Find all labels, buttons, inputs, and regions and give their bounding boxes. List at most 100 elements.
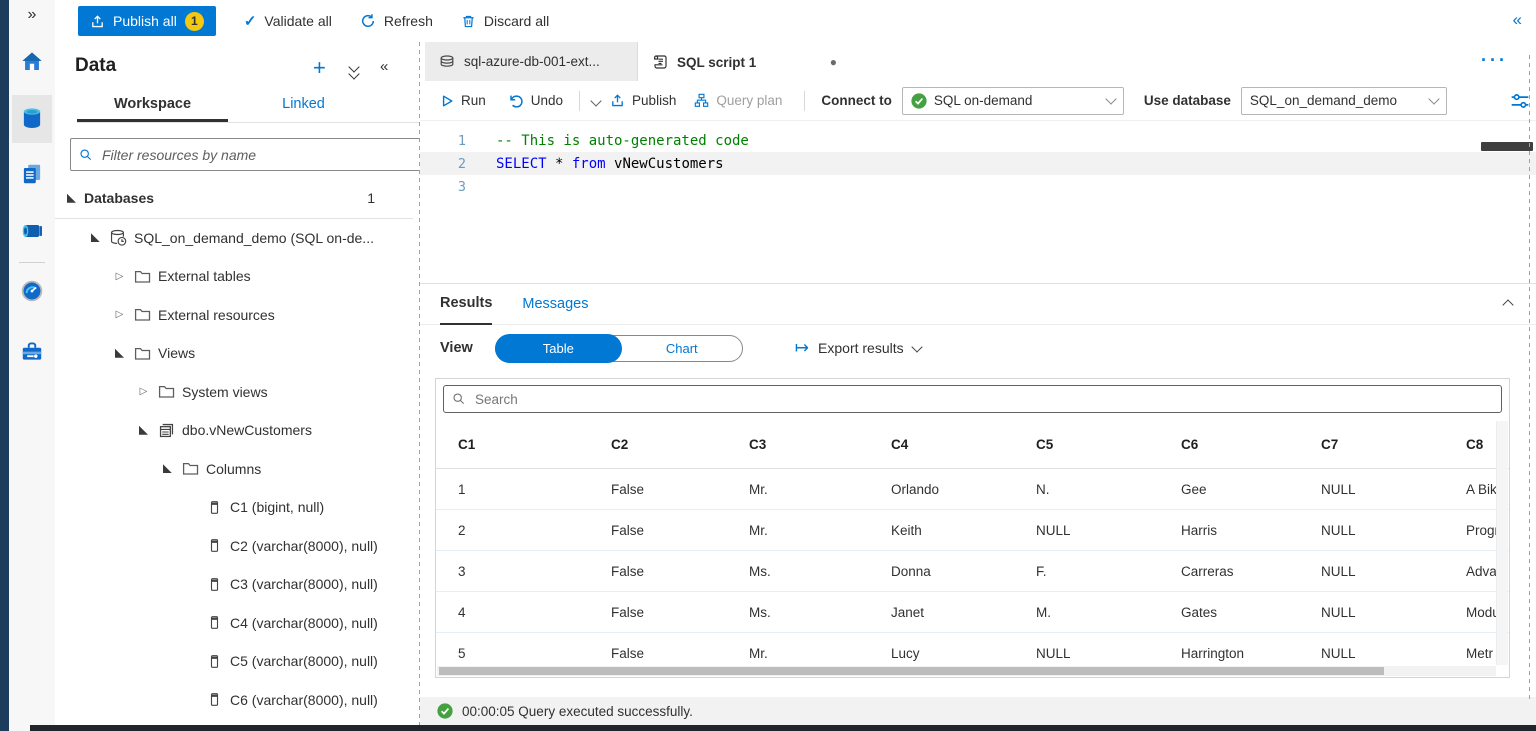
table-row[interactable]: 1FalseMr.OrlandoN.GeeNULLA Bik [436, 469, 1509, 509]
filter-resources-input[interactable] [100, 146, 412, 164]
expand-rail-chevron[interactable]: » [9, 6, 55, 24]
tab-sql-azure-db[interactable]: sql-azure-db-001-ext... [425, 42, 638, 81]
collapse-right-chevron[interactable]: « [1513, 10, 1522, 30]
filter-resources-input-wrap [70, 138, 419, 171]
grid-search-input[interactable] [473, 391, 1493, 408]
tree-item[interactable]: dbo.vNewCustomers [55, 411, 419, 450]
caret-collapsed-icon[interactable]: ▷ [136, 386, 151, 397]
column-header[interactable]: C6 [1181, 437, 1321, 452]
table-cell: 2 [458, 523, 611, 538]
nav-data[interactable] [12, 95, 52, 143]
command-bar: Publish all 1 ✓ Validate all Refresh Dis… [55, 0, 1536, 43]
tree-item[interactable]: SQL_on_demand_demo (SQL on-de... [55, 219, 419, 258]
table-row[interactable]: 2FalseMr.KeithNULLHarrisNULLProgr [436, 509, 1509, 550]
table-row[interactable]: 4FalseMs.JanetM.GatesNULLModu [436, 591, 1509, 632]
tree-item[interactable]: ▷External tables [55, 257, 419, 296]
caret-expanded-icon[interactable] [64, 194, 79, 203]
table-cell: NULL [1321, 523, 1466, 538]
code-line[interactable]: 3 [420, 175, 1536, 198]
table-cell: Gates [1181, 605, 1321, 620]
tree-item[interactable]: Columns [55, 450, 419, 489]
add-icon[interactable]: + [313, 55, 326, 81]
scrollbar-thumb[interactable] [439, 667, 1384, 675]
column-header[interactable]: C5 [1036, 437, 1181, 452]
tree-item-label: dbo.vNewCustomers [182, 422, 312, 438]
code-line[interactable]: 1-- This is auto-generated code [420, 129, 1536, 152]
refresh-button[interactable]: Refresh [360, 13, 433, 29]
collapse-data-panel-chevron[interactable]: « [380, 58, 388, 75]
code-token: from [572, 156, 606, 172]
tree-item[interactable]: C5 (varchar(8000), null) [55, 642, 419, 681]
tree-item[interactable]: Views [55, 334, 419, 373]
table-row[interactable]: 3FalseMs.DonnaF.CarrerasNULLAdva [436, 550, 1509, 591]
rail-divider [19, 262, 45, 263]
column-header[interactable]: C7 [1321, 437, 1466, 452]
tab-workspace[interactable]: Workspace [77, 90, 228, 122]
run-button[interactable]: Run [440, 93, 486, 108]
tree-item[interactable]: ▷System views [55, 373, 419, 412]
column-header[interactable]: C2 [611, 437, 749, 452]
data-panel-title: Data [75, 55, 116, 77]
toolbar-divider [579, 91, 580, 111]
table-cell: Gee [1181, 482, 1321, 497]
double-chevron-down-icon[interactable] [350, 64, 358, 78]
publish-button[interactable]: Publish [610, 93, 676, 108]
tree-item[interactable]: C3 (varchar(8000), null) [55, 565, 419, 604]
caret-expanded-icon[interactable] [112, 349, 127, 358]
tree-item-label: C3 (varchar(8000), null) [230, 576, 378, 592]
line-number: 3 [420, 179, 466, 195]
tree-item[interactable]: ▷External resources [55, 296, 419, 335]
column-header[interactable]: C1 [458, 437, 611, 452]
window-left-edge [0, 0, 9, 731]
tree-item-label: C1 (bigint, null) [230, 499, 324, 515]
connect-to-dropdown[interactable]: SQL on-demand [902, 87, 1124, 115]
caret-collapsed-icon[interactable]: ▷ [112, 309, 127, 320]
nav-develop[interactable] [12, 155, 52, 195]
more-actions-ellipsis[interactable]: ··· [1481, 50, 1508, 71]
toggle-chart[interactable]: Chart [622, 341, 742, 356]
tab-results[interactable]: Results [440, 283, 492, 325]
capture-dashed-line [1529, 55, 1530, 700]
unsaved-dot-icon: ● [830, 55, 837, 69]
nav-manage[interactable] [12, 332, 52, 372]
column-header[interactable]: C4 [891, 437, 1036, 452]
tab-messages[interactable]: Messages [522, 296, 588, 312]
tree-item[interactable]: C4 (varchar(8000), null) [55, 604, 419, 643]
nav-integrate[interactable] [12, 212, 52, 252]
undo-button[interactable]: Undo [508, 93, 563, 109]
undo-dropdown-chevron[interactable] [590, 95, 601, 106]
nav-home[interactable] [12, 43, 52, 83]
use-database-dropdown[interactable]: SQL_on_demand_demo [1241, 87, 1447, 115]
validate-all-button[interactable]: ✓ Validate all [244, 12, 332, 30]
tree-item[interactable]: C1 (bigint, null) [55, 488, 419, 527]
tree-item[interactable]: C2 (varchar(8000), null) [55, 527, 419, 566]
tab-linked[interactable]: Linked [238, 90, 369, 122]
caret-expanded-icon[interactable] [160, 464, 175, 473]
collapse-results-chevron[interactable] [1502, 299, 1513, 310]
publish-all-button[interactable]: Publish all 1 [78, 6, 216, 36]
publish-all-label: Publish all [113, 13, 177, 29]
toolbox-icon [19, 338, 45, 367]
table-cell: Janet [891, 605, 1036, 620]
nav-monitor[interactable] [12, 272, 52, 312]
export-dropdown-chevron [911, 341, 922, 352]
code-line[interactable]: 2SELECT * from vNewCustomers [420, 152, 1536, 175]
caret-collapsed-icon[interactable]: ▷ [112, 271, 127, 282]
tree-item[interactable]: C6 (varchar(8000), null) [55, 681, 419, 720]
grid-horizontal-scrollbar[interactable] [437, 666, 1496, 676]
tree-item-label: C4 (varchar(8000), null) [230, 615, 378, 631]
sql-code-editor[interactable]: 1-- This is auto-generated code2SELECT *… [420, 121, 1536, 283]
column-header[interactable]: C3 [749, 437, 891, 452]
editor-scrollbar-thumb[interactable] [1481, 142, 1533, 151]
caret-expanded-icon[interactable] [136, 426, 151, 435]
editor-settings-sliders-icon[interactable] [1510, 91, 1530, 111]
discard-all-button[interactable]: Discard all [461, 13, 549, 29]
use-database-value: SQL_on_demand_demo [1250, 93, 1397, 108]
tab-sql-script-1[interactable]: SQL script 1 ● [638, 42, 851, 82]
grid-vertical-scrollbar[interactable] [1496, 421, 1508, 665]
toggle-table[interactable]: Table [495, 334, 622, 363]
query-plan-button[interactable]: Query plan [694, 93, 782, 108]
tree-item[interactable]: Databases1 [55, 179, 413, 219]
export-results-button[interactable]: ↦ Export results [795, 338, 921, 358]
caret-expanded-icon[interactable] [88, 233, 103, 242]
